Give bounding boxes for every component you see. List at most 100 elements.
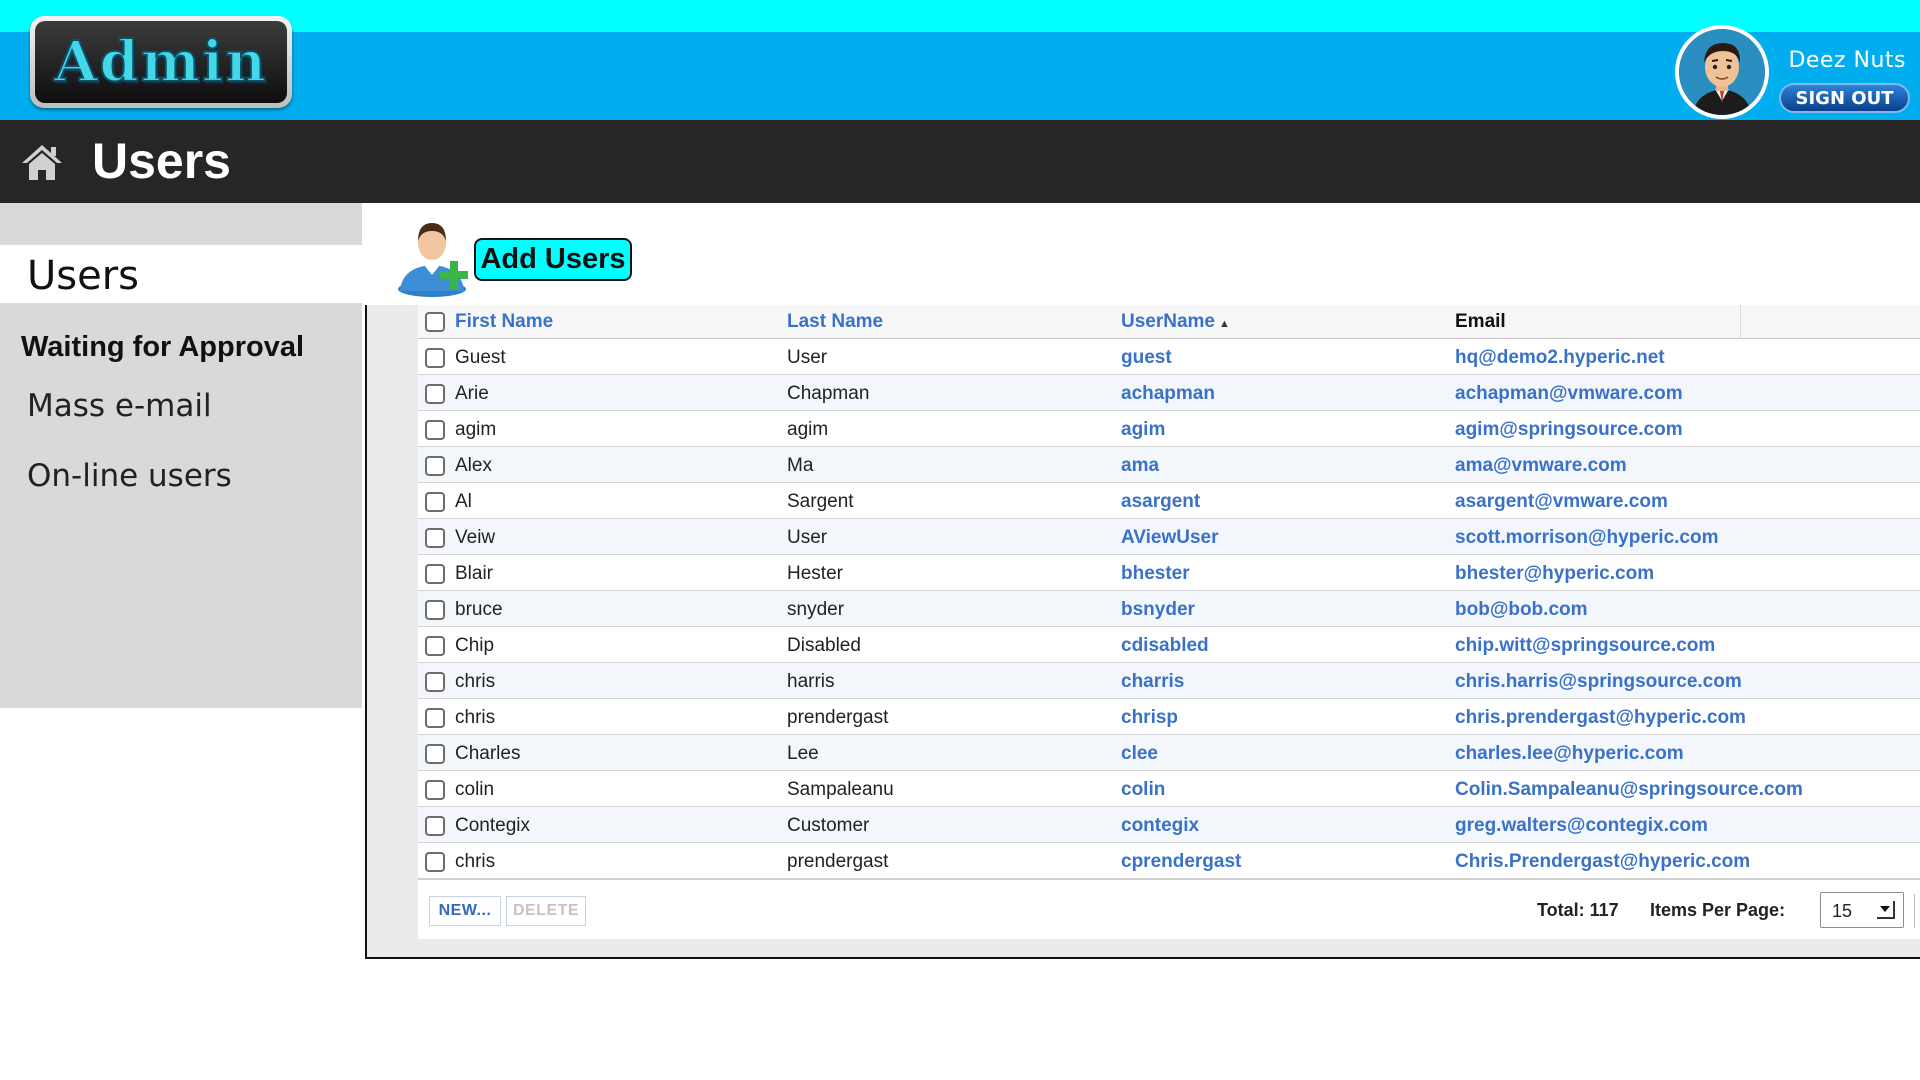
email-link[interactable]: hq@demo2.hyperic.net [1455, 347, 1665, 369]
row-checkbox[interactable] [425, 492, 445, 512]
row-checkbox[interactable] [425, 852, 445, 872]
sidebar: Users Waiting for Approval Mass e-mail O… [0, 203, 362, 708]
column-header-first-name[interactable]: First Name [455, 311, 553, 333]
table-row: Veiw User AViewUser scott.morrison@hyperic.… [418, 519, 1920, 555]
sidebar-item-users[interactable]: Users [0, 245, 362, 303]
username-link[interactable]: bsnyder [1121, 599, 1195, 621]
add-user-icon[interactable] [396, 215, 472, 297]
admin-logo-text: Admin [53, 28, 268, 96]
email-link[interactable]: Chris.Prendergast@hyperic.com [1455, 851, 1750, 873]
first-name-cell: Al [455, 491, 472, 512]
row-checkbox[interactable] [425, 780, 445, 800]
username-link[interactable]: bhester [1121, 563, 1190, 585]
table-row: Alex Ma ama ama@vmware.com [418, 447, 1920, 483]
header-divider [1740, 305, 1741, 339]
table-row: agim agim agim agim@springsource.com [418, 411, 1920, 447]
items-per-page-select[interactable]: 15 [1820, 892, 1904, 928]
title-bar: Users [0, 120, 1920, 203]
row-checkbox[interactable] [425, 672, 445, 692]
sidebar-item-waiting-for-approval[interactable]: Waiting for Approval [21, 331, 304, 364]
last-name-cell: Ma [787, 455, 814, 476]
first-name-cell: Arie [455, 383, 489, 404]
first-name-cell: Blair [455, 563, 494, 584]
row-checkbox[interactable] [425, 708, 445, 728]
table-row: chris harris charris chris.harris@springsou… [418, 663, 1920, 699]
row-checkbox[interactable] [425, 600, 445, 620]
first-name-cell: Chip [455, 635, 495, 656]
email-link[interactable]: bhester@hyperic.com [1455, 563, 1654, 585]
user-name: Deez Nuts [1788, 48, 1906, 73]
table-row: Charles Lee clee charles.lee@hyperic.com [418, 735, 1920, 771]
email-link[interactable]: chris.harris@springsource.com [1455, 671, 1742, 693]
username-link[interactable]: cprendergast [1121, 851, 1241, 873]
email-link[interactable]: greg.walters@contegix.com [1455, 815, 1708, 837]
username-link[interactable]: asargent [1121, 491, 1200, 513]
first-name-cell: Charles [455, 743, 521, 764]
email-link[interactable]: asargent@vmware.com [1455, 491, 1668, 513]
username-link[interactable]: colin [1121, 779, 1165, 801]
scrollbar-edge [1914, 894, 1920, 928]
column-header-username[interactable]: UserName ▲ [1121, 311, 1230, 333]
table-header-row: First Name Last Name UserName ▲ Email [418, 305, 1920, 339]
email-link[interactable]: scott.morrison@hyperic.com [1455, 527, 1718, 549]
first-name-cell: Veiw [455, 527, 496, 548]
username-link[interactable]: achapman [1121, 383, 1215, 405]
last-name-cell: Disabled [787, 635, 861, 656]
first-name-cell: Alex [455, 455, 492, 476]
first-name-cell: bruce [455, 599, 503, 620]
first-name-cell: chris [455, 707, 496, 728]
email-link[interactable]: ama@vmware.com [1455, 455, 1627, 477]
first-name-cell: agim [455, 419, 497, 440]
username-link[interactable]: cdisabled [1121, 635, 1209, 657]
email-link[interactable]: charles.lee@hyperic.com [1455, 743, 1684, 765]
sidebar-item-online-users[interactable]: On-line users [27, 458, 232, 494]
row-checkbox[interactable] [425, 456, 445, 476]
email-link[interactable]: bob@bob.com [1455, 599, 1588, 621]
username-link[interactable]: ama [1121, 455, 1159, 477]
row-checkbox[interactable] [425, 420, 445, 440]
add-users-button[interactable]: Add Users [474, 238, 632, 281]
last-name-cell: Lee [787, 743, 819, 764]
table-row: bruce snyder bsnyder bob@bob.com [418, 591, 1920, 627]
username-link[interactable]: charris [1121, 671, 1184, 693]
username-link[interactable]: AViewUser [1121, 527, 1219, 549]
total-count: Total: 117 [1537, 900, 1619, 920]
admin-logo-plate: Admin [35, 21, 287, 103]
avatar[interactable] [1675, 25, 1769, 119]
table-footer: NEW... DELETE Total: 117 Items Per Page:… [418, 879, 1920, 939]
row-checkbox[interactable] [425, 744, 445, 764]
row-checkbox[interactable] [425, 564, 445, 584]
username-link[interactable]: chrisp [1121, 707, 1178, 729]
sidebar-item-mass-email[interactable]: Mass e-mail [27, 388, 212, 424]
table-row: chris prendergast cprendergast Chris.Prende… [418, 843, 1920, 879]
last-name-cell: Sargent [787, 491, 854, 512]
home-icon[interactable] [20, 140, 64, 184]
row-checkbox[interactable] [425, 384, 445, 404]
chevron-down-icon [1877, 901, 1895, 919]
column-header-last-name[interactable]: Last Name [787, 311, 883, 333]
select-all-checkbox[interactable] [425, 312, 445, 332]
username-link[interactable]: agim [1121, 419, 1165, 441]
new-user-button[interactable]: NEW... [429, 896, 501, 926]
row-checkbox[interactable] [425, 636, 445, 656]
email-link[interactable]: agim@springsource.com [1455, 419, 1683, 441]
table-row: Chip Disabled cdisabled chip.witt@springsou… [418, 627, 1920, 663]
row-checkbox[interactable] [425, 348, 445, 368]
username-link[interactable]: guest [1121, 347, 1172, 369]
table-row: chris prendergast chrisp chris.prendergast@… [418, 699, 1920, 735]
email-link[interactable]: chip.witt@springsource.com [1455, 635, 1715, 657]
items-per-page-value: 15 [1832, 901, 1853, 921]
email-link[interactable]: chris.prendergast@hyperic.com [1455, 707, 1746, 729]
last-name-cell: agim [787, 419, 829, 440]
last-name-cell: User [787, 527, 828, 548]
row-checkbox[interactable] [425, 528, 445, 548]
sign-out-button[interactable]: SIGN OUT [1779, 83, 1910, 113]
avatar-image [1679, 29, 1765, 115]
username-link[interactable]: clee [1121, 743, 1158, 765]
sidebar-item-label: Users [27, 253, 140, 299]
row-checkbox[interactable] [425, 816, 445, 836]
email-link[interactable]: Colin.Sampaleanu@springsource.com [1455, 779, 1803, 801]
username-link[interactable]: contegix [1121, 815, 1199, 837]
table-row: Guest User guest hq@demo2.hyperic.net [418, 339, 1920, 375]
email-link[interactable]: achapman@vmware.com [1455, 383, 1683, 405]
